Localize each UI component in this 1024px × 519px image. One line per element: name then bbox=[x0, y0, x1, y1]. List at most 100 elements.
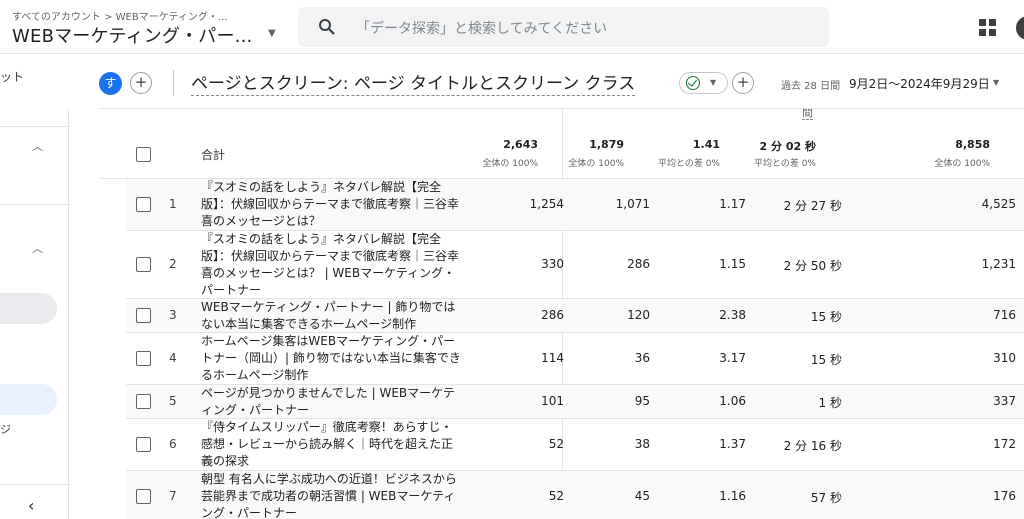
divider bbox=[0, 126, 68, 127]
apps-grid-icon[interactable] bbox=[979, 19, 996, 36]
row-checkbox[interactable] bbox=[136, 437, 151, 452]
account-avatar[interactable] bbox=[1016, 16, 1024, 40]
row-rank: 3 bbox=[169, 308, 177, 322]
table-row[interactable]: 7 朝型 有名人に学ぶ成功への近道！ビジネスから芸能界まで成功者の朝活習慣 | … bbox=[126, 471, 1024, 519]
row-checkbox[interactable] bbox=[136, 489, 151, 504]
property-selector[interactable]: WEBマーケティング・パー... bbox=[12, 22, 252, 48]
top-bar: すべてのアカウント > WEBマーケティング・... WEBマーケティング・パー… bbox=[0, 0, 1024, 54]
sidebar-item-label[interactable]: ット bbox=[0, 68, 24, 85]
cell-value: 1,231 bbox=[981, 257, 1016, 271]
total-value: 1.41 bbox=[692, 138, 720, 151]
date-range-value[interactable]: 9月2日～2024年9月29日 bbox=[849, 75, 990, 92]
chevron-left-icon[interactable]: ‹ bbox=[28, 496, 34, 515]
cell-value: 716 bbox=[993, 308, 1016, 322]
row-rank: 7 bbox=[169, 489, 177, 503]
total-value: 2,643 bbox=[503, 138, 538, 151]
chevron-up-icon[interactable]: ︿ bbox=[32, 138, 43, 154]
row-checkbox[interactable] bbox=[136, 351, 151, 366]
total-sub: 全体の 100% bbox=[934, 159, 990, 169]
cell-value: 52 bbox=[548, 437, 564, 451]
table-row[interactable]: 6 『侍タイムスリッパー』徹底考察！あらすじ・感想・レビューから読み解く｜時代を… bbox=[126, 419, 1024, 471]
caret-down-icon[interactable]: ▼ bbox=[268, 28, 276, 39]
page-title-cell[interactable]: 『スオミの話をしよう』ネタバレ解説【完全版】：伏線回収からテーマまで徹底考察｜三… bbox=[201, 231, 463, 299]
row-checkbox[interactable] bbox=[136, 257, 151, 272]
page-title-cell[interactable]: 『スオミの話をしよう』ネタバレ解説【完全版】：伏線回収からテーマまで徹底考察｜三… bbox=[201, 179, 463, 230]
total-sub: 全体の 100% bbox=[568, 159, 624, 169]
search-icon bbox=[319, 19, 335, 35]
cell-value: 52 bbox=[548, 489, 564, 503]
report-toolbar: す + ページとスクリーン: ページ タイトルとスクリーン クラス ▼ + 過去… bbox=[68, 54, 1024, 109]
page-title-cell[interactable]: 『侍タイムスリッパー』徹底考察！あらすじ・感想・レビューから読み解く｜時代を超え… bbox=[201, 419, 463, 470]
sidebar-border bbox=[68, 54, 69, 519]
cell-value: 2 分 16 秒 bbox=[783, 439, 842, 453]
page-title-cell[interactable]: ホームページ集客はWEBマーケティング・パートナー（岡山）| 飾り物ではない本当… bbox=[201, 333, 463, 384]
cell-value: 1,071 bbox=[615, 197, 650, 211]
cell-value: 1.06 bbox=[719, 394, 746, 408]
row-rank: 2 bbox=[169, 257, 177, 271]
cell-value: 2 分 50 秒 bbox=[783, 259, 842, 273]
cell-value: 310 bbox=[993, 351, 1016, 365]
cell-value: 1 秒 bbox=[818, 396, 842, 410]
chevron-up-icon[interactable]: ︿ bbox=[32, 240, 43, 256]
cell-value: 101 bbox=[541, 394, 564, 408]
cell-value: 38 bbox=[634, 437, 650, 451]
caret-down-icon[interactable]: ▼ bbox=[993, 78, 999, 87]
sidebar-item-label[interactable]: ジ bbox=[0, 421, 11, 437]
total-sub: 全体の 100% bbox=[482, 159, 538, 169]
row-rank: 1 bbox=[169, 197, 177, 211]
left-nav: ット ︿ ︿ ジ ‹ bbox=[0, 54, 68, 519]
check-circle-icon bbox=[686, 76, 700, 90]
divider bbox=[173, 70, 174, 96]
cell-value: 286 bbox=[627, 257, 650, 271]
cell-value: 286 bbox=[541, 308, 564, 322]
table-row[interactable]: 3 WEBマーケティング・パートナー | 飾り物ではない本当に集客できるホームペ… bbox=[126, 299, 1024, 333]
cell-value: 1.17 bbox=[719, 197, 746, 211]
search-input[interactable]: 「データ探索」と検索してみてください bbox=[356, 18, 607, 38]
cell-value: 172 bbox=[993, 437, 1016, 451]
divider bbox=[0, 484, 68, 485]
caret-down-icon: ▼ bbox=[710, 78, 717, 87]
sidebar-item-active[interactable] bbox=[0, 384, 57, 415]
cell-value: 15 秒 bbox=[810, 310, 842, 324]
comparison-avatar[interactable]: す bbox=[99, 72, 122, 95]
page-title-cell[interactable]: 朝型 有名人に学ぶ成功への近道！ビジネスから芸能界まで成功者の朝活習慣 | WE… bbox=[201, 471, 463, 519]
page-title[interactable]: ページとスクリーン: ページ タイトルとスクリーン クラス bbox=[191, 69, 636, 96]
cell-value: 330 bbox=[541, 257, 564, 271]
total-sub: 平均との差 0% bbox=[657, 159, 720, 169]
column-header-partial[interactable]: 間 bbox=[802, 109, 813, 120]
cell-value: 1.15 bbox=[719, 257, 746, 271]
select-all-checkbox[interactable] bbox=[136, 147, 151, 162]
add-report-button[interactable]: + bbox=[732, 72, 754, 94]
search-bar[interactable]: 「データ探索」と検索してみてください bbox=[298, 7, 829, 47]
cell-value: 120 bbox=[627, 308, 650, 322]
table-row[interactable]: 4 ホームページ集客はWEBマーケティング・パートナー（岡山）| 飾り物ではない… bbox=[126, 333, 1024, 385]
sidebar-item-selected-group[interactable] bbox=[0, 293, 57, 324]
cell-value: 57 秒 bbox=[810, 491, 842, 505]
table-row[interactable]: 5 ページが見つかりませんでした | WEBマーケティング・パートナー 101 … bbox=[126, 385, 1024, 419]
row-checkbox[interactable] bbox=[136, 197, 151, 212]
row-rank: 5 bbox=[169, 394, 177, 408]
page-title-cell[interactable]: ページが見つかりませんでした | WEBマーケティング・パートナー bbox=[201, 385, 463, 419]
total-sub: 平均との差 0% bbox=[753, 159, 816, 169]
date-range-label[interactable]: 過去 28 日間 bbox=[781, 77, 840, 92]
row-rank: 6 bbox=[169, 437, 177, 451]
add-comparison-button[interactable]: + bbox=[130, 72, 152, 94]
cell-value: 1,254 bbox=[529, 197, 564, 211]
table-row[interactable]: 1 『スオミの話をしよう』ネタバレ解説【完全版】：伏線回収からテーマまで徹底考察… bbox=[126, 179, 1024, 231]
page-title-cell[interactable]: WEBマーケティング・パートナー | 飾り物ではない本当に集客できるホームページ… bbox=[201, 299, 463, 333]
totals-row: 合計 2,643 全体の 100% 1,879 全体の 100% 1.41 平均… bbox=[100, 127, 1024, 179]
cell-value: 176 bbox=[993, 489, 1016, 503]
cell-value: 1.37 bbox=[719, 437, 746, 451]
breadcrumb[interactable]: すべてのアカウント > WEBマーケティング・... bbox=[12, 8, 227, 23]
cell-value: 337 bbox=[993, 394, 1016, 408]
total-value: 2 分 02 秒 bbox=[759, 140, 816, 153]
status-chip[interactable]: ▼ bbox=[679, 72, 728, 94]
total-value: 1,879 bbox=[589, 138, 624, 151]
row-checkbox[interactable] bbox=[136, 308, 151, 323]
cell-value: 45 bbox=[634, 489, 650, 503]
row-checkbox[interactable] bbox=[136, 394, 151, 409]
data-table: 間 合計 2,643 全体の 100% 1,879 全体の 100% 1.41 … bbox=[100, 109, 1024, 519]
cell-value: 3.17 bbox=[719, 351, 746, 365]
table-row[interactable]: 2 『スオミの話をしよう』ネタバレ解説【完全版】：伏線回収からテーマまで徹底考察… bbox=[126, 231, 1024, 299]
cell-value: 2.38 bbox=[719, 308, 746, 322]
